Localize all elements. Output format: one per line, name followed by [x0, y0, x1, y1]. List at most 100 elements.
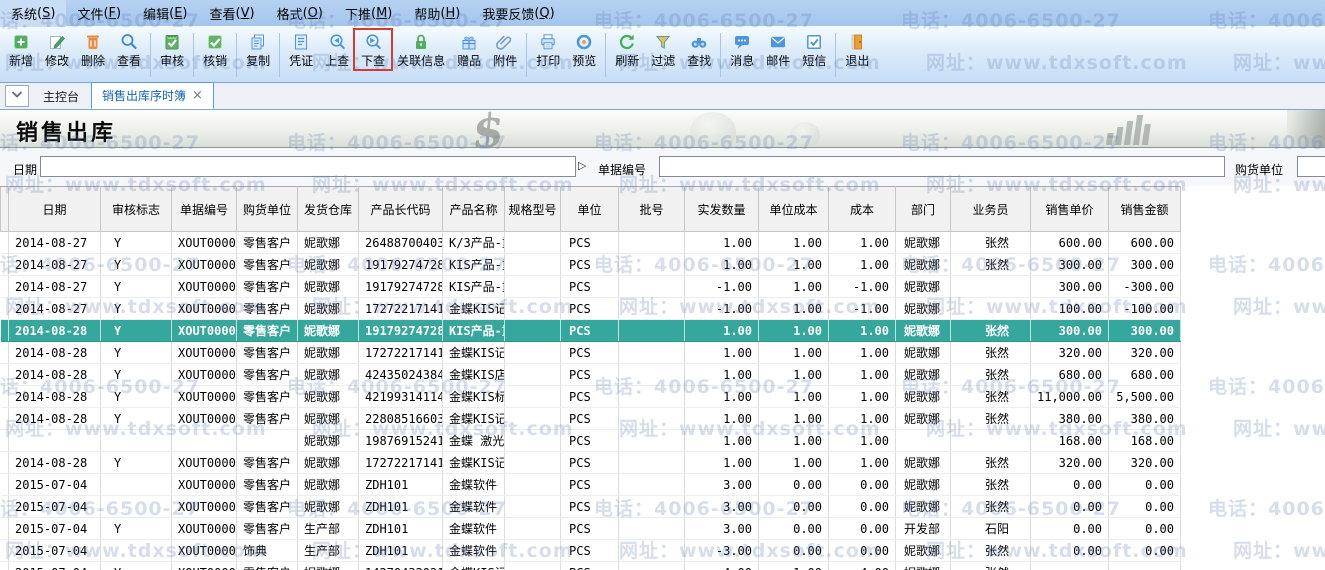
menu-bar: 系统S文件F编辑E查看V格式O下推M帮助H我要反馈Q	[0, 0, 1325, 26]
column-header-product-code[interactable]: 产品长代码	[359, 187, 443, 232]
expand-arrow-button[interactable]: ▷	[578, 159, 586, 172]
menu-item-q[interactable]: 我要反馈Q	[471, 0, 565, 27]
cell-cost: 4.00	[829, 562, 896, 570]
cell-sale-price: 680.00	[1031, 364, 1109, 386]
menu-item-h[interactable]: 帮助H	[403, 0, 471, 27]
print-icon	[538, 32, 558, 52]
column-header-product-name[interactable]: 产品名称	[443, 187, 505, 232]
copy-doc-icon	[248, 32, 268, 52]
verify-check-icon	[205, 32, 225, 52]
toolbar-separator	[279, 33, 280, 77]
toolbar-button-preview[interactable]: 预览	[567, 29, 601, 70]
column-header-department[interactable]: 部门	[896, 187, 951, 232]
bar-chart-art	[1106, 115, 1152, 145]
column-header-salesperson[interactable]: 业务员	[951, 187, 1031, 232]
toolbar-button-mail-envelope[interactable]: 邮件	[761, 29, 795, 70]
date-filter-input[interactable]	[40, 156, 576, 177]
tab-sales-outbound-journal[interactable]: 销售出库序时簿×	[91, 82, 214, 109]
table-row[interactable]: 2014-08-27YXOUT000004零售客户妮歌娜17272217141金…	[1, 298, 1181, 320]
toolbar-button-gift[interactable]: 赠品	[452, 29, 486, 70]
menu-item-f[interactable]: 文件F	[66, 0, 132, 27]
bill-no-filter-input[interactable]	[659, 156, 1225, 177]
menu-item-m[interactable]: 下推M	[334, 0, 403, 27]
cell-batch-no	[619, 518, 685, 540]
cell-batch-no	[619, 496, 685, 518]
toolbar-button-message-bubble[interactable]: 消息	[725, 29, 759, 70]
menu-item-shortcut: S	[37, 6, 55, 21]
toolbar-button-verify-check[interactable]: 核销	[198, 29, 232, 70]
toolbar-button-sms-envelope[interactable]: 短信	[797, 29, 831, 70]
toolbar-button-label: 短信	[802, 54, 826, 68]
table-row[interactable]: 2014-08-28YXOUT000008零售客户妮歌娜42435024384金…	[1, 364, 1181, 386]
table-row[interactable]: 2015-07-04XOUT000013零售客户妮歌娜ZDH101金蝶软件 金P…	[1, 496, 1181, 518]
menu-item-e[interactable]: 编辑E	[132, 0, 198, 27]
column-header-audit-flag[interactable]: 审核标志	[101, 187, 172, 232]
column-header-sale-price[interactable]: 销售单价	[1031, 187, 1109, 232]
toolbar-button-edit-pencil[interactable]: 修改	[40, 29, 74, 70]
cell-date: 2015-07-04	[9, 540, 101, 562]
customer-filter-input[interactable]	[1297, 156, 1325, 177]
toolbar-button-exit-door[interactable]: 退出	[840, 29, 874, 70]
table-row[interactable]: 2015-07-04XOUT000015饰典生产部ZDH101金蝶软件 金PCS…	[1, 540, 1181, 562]
toolbar-button-refresh[interactable]: 刷新	[610, 29, 644, 70]
menu-item-o[interactable]: 格式O	[266, 0, 334, 27]
table-row[interactable]: 2014-08-28YXOUT000007零售客户妮歌娜17272217141金…	[1, 342, 1181, 364]
toolbar-button-copy-doc[interactable]: 复制	[241, 29, 275, 70]
table-row[interactable]: 2014-08-27YXOUT000002零售客户妮歌娜19179274728K…	[1, 254, 1181, 276]
tab-close-icon[interactable]: ×	[192, 89, 203, 102]
menu-item-v[interactable]: 查看V	[198, 0, 265, 27]
table-row[interactable]: 2015-07-04YXOUT000014零售客户生产部ZDH101金蝶软件 金…	[1, 518, 1181, 540]
column-header-sale-amount[interactable]: 销售金额	[1109, 187, 1181, 232]
cell-actual-qty: 1.00	[685, 342, 759, 364]
column-header-bill-no[interactable]: 单据编号	[172, 187, 237, 232]
toolbar-button-voucher-doc[interactable]: 凭证	[284, 29, 318, 70]
column-header-spec-model[interactable]: 规格型号	[505, 187, 561, 232]
table-row[interactable]: 2014-08-28YXOUT000011零售客户妮歌娜17272217141金…	[1, 452, 1181, 474]
toolbar-button-search-up[interactable]: 上查	[320, 29, 354, 70]
cell-product-name: K/3产品-重新	[443, 232, 505, 254]
toolbar-button-audit-check[interactable]: 审核	[155, 29, 189, 70]
table-row[interactable]: 2014-08-27YXOUT000001零售客户妮歌娜26488700403K…	[1, 232, 1181, 254]
table-row[interactable]: 妮歌娜19876915241金蝶 激光金PCS1.001.001.00168.0…	[1, 430, 1181, 452]
tab-list-dropdown-button[interactable]	[5, 85, 29, 107]
table-row[interactable]: 2014-08-28YXOUT000009零售客户妮歌娜42199314114金…	[1, 386, 1181, 408]
toolbar-button-find-binoculars[interactable]: 查找	[682, 29, 716, 70]
cell-warehouse: 妮歌娜	[298, 364, 359, 386]
cell-unit: PCS	[561, 474, 619, 496]
column-header-batch-no[interactable]: 批号	[619, 187, 685, 232]
toolbar-button-print[interactable]: 打印	[531, 29, 565, 70]
toolbar-button-view-magnifier[interactable]: 查看	[112, 29, 146, 70]
dollar-art: $	[469, 110, 506, 148]
column-header-cost[interactable]: 成本	[829, 187, 896, 232]
cell-department: 妮歌娜	[896, 408, 951, 430]
tab-main-console[interactable]: 主控台	[33, 84, 89, 109]
cell-sale-amount: -300.00	[1109, 276, 1181, 298]
cell-cost: 1.00	[829, 342, 896, 364]
column-header-unit-cost[interactable]: 单位成本	[759, 187, 829, 232]
column-header-customer[interactable]: 购货单位	[237, 187, 298, 232]
cell-sale-amount: 300.00	[1109, 254, 1181, 276]
cell-product-code: 19179274728	[359, 254, 443, 276]
toolbar-button-label: 赠品	[457, 54, 481, 68]
cell-department: 妮歌娜	[896, 474, 951, 496]
toolbar-button-filter-funnel[interactable]: 过滤	[646, 29, 680, 70]
menu-item-label: 我要反馈	[482, 4, 534, 23]
table-row[interactable]: 2014-08-28YXOUT000010零售客户妮歌娜22808516603金…	[1, 408, 1181, 430]
table-row[interactable]: 2014-08-28YXOUT000006零售客户妮歌娜19179274728K…	[1, 320, 1181, 342]
menu-item-s[interactable]: 系统S	[0, 0, 66, 27]
cell-sale-price: 320.00	[1031, 452, 1109, 474]
toolbar-button-plus-new[interactable]: 新增	[4, 29, 38, 70]
cell-spec-model	[505, 232, 561, 254]
table-row[interactable]: 2014-08-27YXOUT000003零售客户妮歌娜19179274728K…	[1, 276, 1181, 298]
toolbar-button-delete-trash[interactable]: 删除	[76, 29, 110, 70]
table-row[interactable]: 2015-07-04XOUT000012零售客户妮歌娜ZDH101金蝶软件 金P…	[1, 474, 1181, 496]
table-row[interactable]: 2015-07-04YXOUT000016零售客户妮歌娜14270432021金…	[1, 562, 1181, 570]
toolbar-button-related-lock[interactable]: 关联信息	[392, 29, 450, 70]
column-header-date[interactable]: 日期	[9, 187, 101, 232]
column-header-warehouse[interactable]: 发货仓库	[298, 187, 359, 232]
toolbar-button-search-down[interactable]: 下查	[356, 29, 390, 70]
cell-unit: PCS	[561, 452, 619, 474]
toolbar-button-attachment-paperclip[interactable]: 附件	[488, 29, 522, 70]
column-header-actual-qty[interactable]: 实发数量	[685, 187, 759, 232]
column-header-unit[interactable]: 单位	[561, 187, 619, 232]
